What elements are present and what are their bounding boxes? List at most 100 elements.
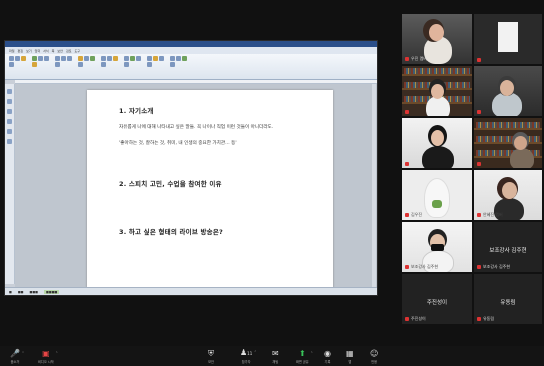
participant-name: 보조강사 김주현 xyxy=(477,264,510,270)
shield-icon: ⛨ xyxy=(208,349,214,358)
find-icon[interactable] xyxy=(124,56,129,61)
muted-mic-icon: 🎤 xyxy=(10,349,20,358)
participant-tile[interactable]: 유동림 유동림 xyxy=(474,274,542,324)
color-icon[interactable] xyxy=(32,62,37,67)
smiley-icon: ☺ xyxy=(370,349,379,358)
participant-tile[interactable] xyxy=(474,118,542,168)
muted-mic-icon xyxy=(477,162,481,166)
symbol-icon[interactable] xyxy=(107,56,112,61)
textbox-icon[interactable] xyxy=(101,56,106,61)
participant-tile[interactable] xyxy=(402,118,472,168)
menu-item[interactable]: 검토 xyxy=(66,49,72,53)
chevron-up-icon[interactable]: ˄ xyxy=(254,350,256,355)
chevron-up-icon[interactable]: ˄ xyxy=(22,351,24,356)
tool-icon[interactable] xyxy=(7,89,12,94)
menu-item[interactable]: 도구 xyxy=(74,49,80,53)
chevron-up-icon[interactable]: ˄ xyxy=(56,351,58,356)
participant-tile[interactable]: 안혜진 멤버 xyxy=(474,170,542,220)
share-screen-button[interactable]: ⬆ 화면 공유 ˄ xyxy=(296,349,313,364)
menu-item[interactable]: 보기 xyxy=(26,49,32,53)
copy-icon[interactable] xyxy=(21,56,26,61)
muted-mic-icon xyxy=(405,162,409,166)
security-button[interactable]: ⛨ 보안 xyxy=(208,349,214,364)
muted-mic-icon xyxy=(477,110,481,114)
preview-icon[interactable] xyxy=(159,56,164,61)
vertical-scrollbar[interactable] xyxy=(372,84,376,288)
participant-tile[interactable] xyxy=(474,14,542,64)
heading-2: 2. 스피치 고민, 수업을 참여한 이유 xyxy=(119,180,222,188)
participant-tile[interactable]: 우진 멤버 xyxy=(402,14,472,64)
muted-mic-icon xyxy=(405,110,409,114)
layout-icon[interactable] xyxy=(147,56,152,61)
redo-icon[interactable] xyxy=(176,56,181,61)
participant-face xyxy=(429,24,444,41)
undo-icon[interactable] xyxy=(170,56,175,61)
participant-tile[interactable]: 김우진 xyxy=(402,170,472,220)
paste-icon[interactable] xyxy=(9,56,14,61)
spacing-icon[interactable] xyxy=(55,62,60,67)
participant-tile-active-speaker[interactable]: 보조강사 김주현 xyxy=(402,222,472,272)
mute-button[interactable]: 🎤 음소거 ˄ xyxy=(10,349,24,364)
picture-icon[interactable] xyxy=(90,56,95,61)
participant-video xyxy=(424,178,450,218)
menu-item[interactable]: 편집 xyxy=(18,49,24,53)
left-tool-panel xyxy=(5,84,15,284)
participants-button[interactable]: ♟11 참가자 ˄ xyxy=(240,348,256,364)
format-icon[interactable] xyxy=(9,62,14,67)
blank-card xyxy=(498,22,518,52)
participant-name: 유동림 xyxy=(477,316,494,322)
muted-mic-icon xyxy=(477,58,481,62)
style-icon[interactable] xyxy=(32,56,37,61)
status-segment: ■■■ xyxy=(29,289,39,294)
menu-item[interactable]: 서식 xyxy=(43,49,49,53)
participant-tile[interactable]: 보조강사 김주현 보조강사 김주현 xyxy=(474,222,542,272)
header-icon[interactable] xyxy=(182,56,187,61)
font-icon[interactable] xyxy=(38,56,43,61)
participant-tile[interactable] xyxy=(402,66,472,116)
save-icon[interactable] xyxy=(147,62,152,67)
participant-tile[interactable]: 주진성이 주진성이 xyxy=(402,274,472,324)
chevron-up-icon[interactable]: ˄ xyxy=(311,351,313,356)
tool-icon[interactable] xyxy=(7,99,12,104)
document-page[interactable]: 1. 자기소개 자유롭게 나에 대해 나타내고 싶은 말들. 꼭 나이나 직업 … xyxy=(87,90,333,288)
participant-name: 주진성이 xyxy=(405,316,426,322)
chart-icon[interactable] xyxy=(84,56,89,61)
align-icon[interactable] xyxy=(55,56,60,61)
more-button[interactable]: ☺ 반응 xyxy=(370,349,378,364)
muted-mic-icon xyxy=(477,265,481,269)
table-icon[interactable] xyxy=(78,56,83,61)
indent-icon[interactable] xyxy=(61,56,66,61)
record-icon: ◉ xyxy=(324,349,331,358)
menu-item[interactable]: 파일 xyxy=(9,49,15,53)
spell-icon[interactable] xyxy=(136,56,141,61)
chat-button[interactable]: ✉ 채팅 xyxy=(272,349,279,364)
participant-name xyxy=(477,58,483,62)
shared-screen[interactable]: 파일 편집 보기 입력 서식 쪽 보안 검토 도구 1. 자기소개 자유롭게 나… xyxy=(4,40,378,296)
hyperlink-icon[interactable] xyxy=(113,56,118,61)
participant-video xyxy=(426,96,450,116)
print-icon[interactable] xyxy=(153,56,158,61)
menu-item[interactable]: 쪽 xyxy=(52,49,55,53)
tool-icon[interactable] xyxy=(7,129,12,134)
menu-item[interactable]: 입력 xyxy=(35,49,41,53)
flower-graphic xyxy=(432,200,442,208)
menu-item[interactable]: 보안 xyxy=(57,49,63,53)
participant-tile[interactable] xyxy=(474,66,542,116)
footer-icon[interactable] xyxy=(170,62,175,67)
bold-icon[interactable] xyxy=(44,56,49,61)
tool-icon[interactable] xyxy=(7,119,12,124)
comment-icon[interactable] xyxy=(101,62,106,67)
video-off-icon: ▣ xyxy=(42,349,50,358)
reactions-button[interactable]: ▦ 앱 xyxy=(346,349,354,364)
tool-icon[interactable] xyxy=(7,109,12,114)
record-button[interactable]: ◉ 기록 xyxy=(324,349,331,364)
replace-icon[interactable] xyxy=(130,56,135,61)
zoom-icon[interactable] xyxy=(124,62,129,67)
list-icon[interactable] xyxy=(67,56,72,61)
tool-icon[interactable] xyxy=(7,139,12,144)
participant-face xyxy=(431,130,444,146)
cut-icon[interactable] xyxy=(15,56,20,61)
shape-icon[interactable] xyxy=(78,62,83,67)
start-video-button[interactable]: ▣ 비디오 시작 ˄ xyxy=(38,349,58,364)
muted-mic-icon xyxy=(405,57,409,61)
